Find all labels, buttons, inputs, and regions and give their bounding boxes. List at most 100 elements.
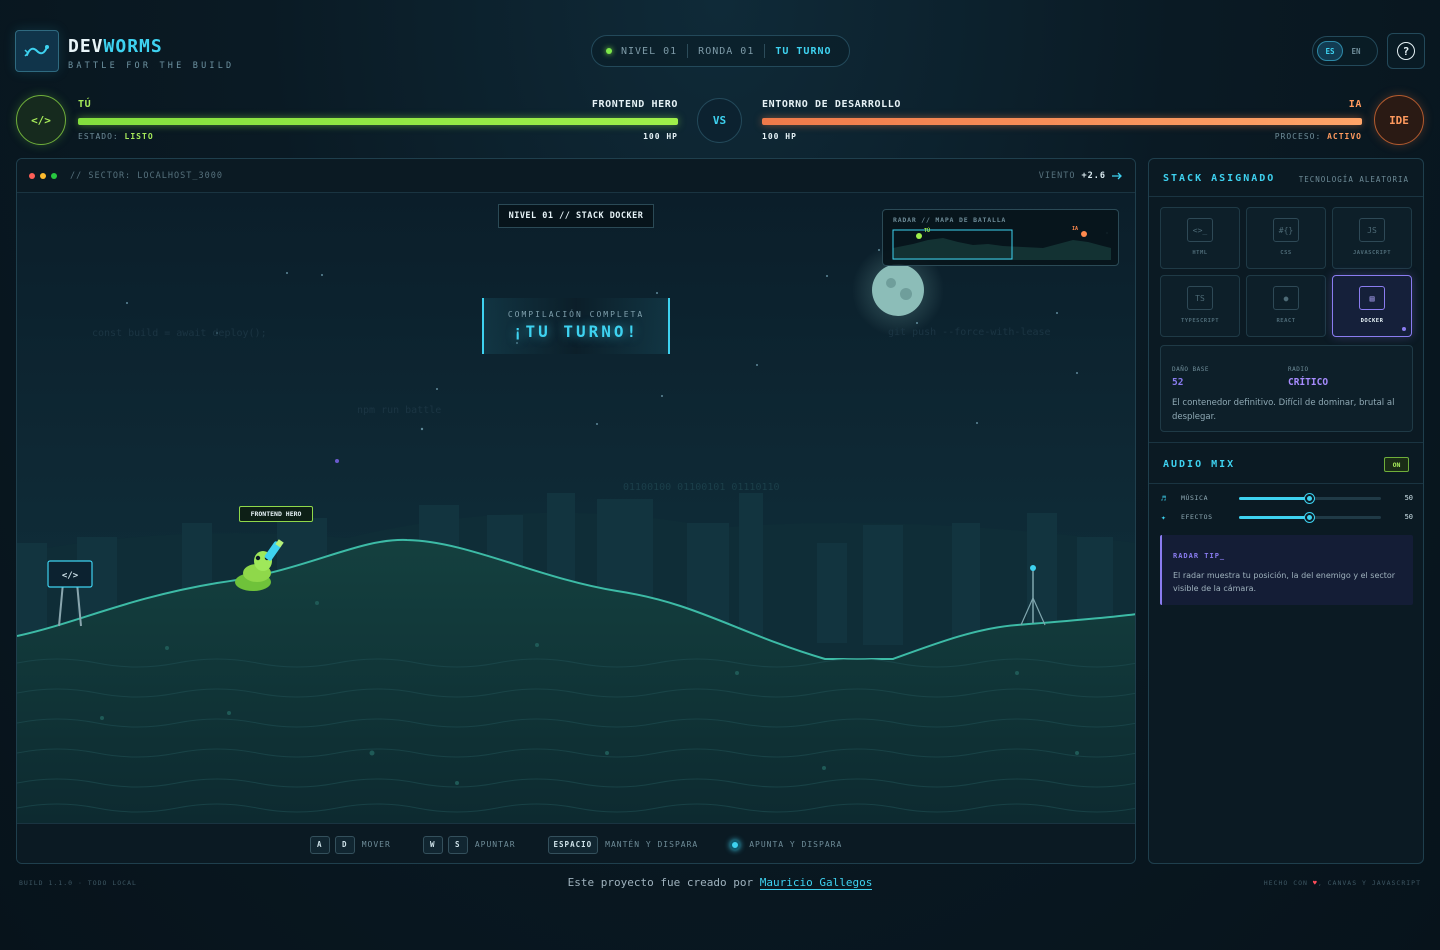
player-hp-fill: [78, 118, 678, 125]
radar-tip: RADAR TIP_ El radar muestra tu posición,…: [1160, 535, 1413, 605]
logo-icon: [15, 30, 59, 72]
player-tag: TÚ: [78, 99, 92, 110]
stack-title: STACK ASIGNADO: [1163, 173, 1276, 184]
player-hp-bar: [78, 118, 678, 125]
control-mouse: APUNTA Y DISPARA: [730, 839, 842, 850]
language-switch: ES EN: [1312, 36, 1378, 66]
sector-label: // SECTOR: LOCALHOST_3000: [70, 170, 223, 181]
radar-enemy-dot: [1081, 231, 1087, 237]
match-status: NIVEL 01 RONDA 01 TU TURNO: [591, 35, 850, 67]
effects-label: EFECTOS: [1181, 513, 1213, 521]
ghost-code-2: npm run battle: [357, 405, 441, 416]
round-indicator: RONDA 01: [698, 45, 755, 57]
html-icon: <>_: [1187, 218, 1213, 242]
effects-slider-knob[interactable]: [1305, 512, 1314, 522]
effects-slider[interactable]: [1239, 512, 1381, 522]
window-dot-green-icon: [51, 172, 57, 179]
radius-value: CRÍTICO: [1288, 377, 1329, 388]
audio-title: AUDIO MIX: [1163, 459, 1236, 470]
tech-docker[interactable]: ▤ DOCKER: [1332, 275, 1412, 337]
control-fire: ESPACIO MANTÉN Y DISPARA: [547, 835, 699, 854]
versus-badge: VS: [697, 98, 742, 143]
key-s: S: [447, 835, 468, 854]
music-note-icon: ♬: [1161, 493, 1166, 503]
effects-value: 50: [1404, 513, 1413, 521]
react-icon: ●: [1273, 286, 1299, 310]
radius-label: RADIO: [1288, 366, 1309, 373]
enemy-hp-text: 100 HP: [762, 132, 797, 141]
key-w: W: [422, 835, 443, 854]
enemy-avatar: IDE: [1374, 95, 1424, 145]
ghost-code-4: 01100100 01100101 01110110: [623, 482, 780, 493]
tip-text: El radar muestra tu posición, la del ene…: [1173, 571, 1396, 593]
player-state: ESTADO: LISTO: [78, 132, 154, 141]
help-button[interactable]: ?: [1387, 33, 1425, 69]
lang-en-button[interactable]: EN: [1343, 41, 1369, 61]
enemy-name: ENTORNO DE DESARROLLO: [762, 99, 902, 110]
tip-title: RADAR TIP_: [1173, 552, 1226, 560]
tech-typescript[interactable]: TS TYPESCRIPT: [1160, 275, 1240, 337]
window-dot-yellow-icon: [40, 172, 46, 179]
tech-react[interactable]: ● REACT: [1246, 275, 1326, 337]
control-move: A D MOVER: [309, 835, 391, 854]
stack-subtitle: TECNOLOGÍA ALEATORIA: [1298, 175, 1409, 184]
level-tag: NIVEL 01 // STACK DOCKER: [498, 204, 654, 228]
music-slider[interactable]: [1239, 493, 1381, 503]
enemy-hp-bar: [762, 118, 1362, 125]
damage-value: 52: [1172, 377, 1184, 388]
damage-label: DAÑO BASE: [1172, 366, 1210, 373]
key-a: A: [309, 835, 330, 854]
weapon-info: DAÑO BASE 52 RADIO CRÍTICO El contenedor…: [1160, 345, 1413, 432]
enemy-process: PROCESO: ACTIVO: [1274, 132, 1362, 141]
audio-toggle[interactable]: ON: [1384, 457, 1409, 472]
music-slider-knob[interactable]: [1305, 493, 1314, 503]
tech-javascript[interactable]: JS JAVASCRIPT: [1332, 207, 1412, 269]
level-indicator: NIVEL 01: [621, 45, 678, 57]
credit: Este proyecto fue creado por Mauricio Ga…: [567, 876, 873, 890]
svg-text:</>: </>: [62, 571, 79, 581]
tech-css[interactable]: #{} CSS: [1246, 207, 1326, 269]
selected-dot-icon: [1402, 327, 1406, 331]
aim-target-icon: [730, 839, 741, 850]
status-dot-icon: [606, 48, 612, 54]
unit-name-tag: FRONTEND HERO: [239, 506, 313, 522]
radar-minimap[interactable]: RADAR // MAPA DE BATALLA TÚ IA: [882, 209, 1119, 266]
player-avatar: </>: [16, 95, 66, 145]
brand-tagline: BATTLE FOR THE BUILD: [68, 61, 235, 71]
music-label: MÚSICA: [1181, 494, 1209, 502]
docker-icon: ▤: [1359, 286, 1385, 310]
effects-slider-row: ✦ EFECTOS 50: [1161, 510, 1413, 524]
brand-name: DEVWORMS: [68, 36, 163, 57]
control-aim: W S APUNTAR: [422, 835, 516, 854]
typescript-icon: TS: [1187, 286, 1213, 310]
sparkle-icon: ✦: [1161, 512, 1166, 522]
radar-player-dot: [916, 233, 922, 239]
ghost-code-1: const build = await deploy();: [92, 328, 267, 339]
radar-player-label: TÚ: [924, 227, 930, 234]
side-panel: STACK ASIGNADO TECNOLOGÍA ALEATORIA <>_ …: [1148, 158, 1424, 864]
tech-html[interactable]: <>_ HTML: [1160, 207, 1240, 269]
enemy-tag: IA: [1348, 99, 1362, 110]
brand: DEVWORMS BATTLE FOR THE BUILD: [68, 36, 234, 71]
ghost-code-3: git push --force-with-lease: [888, 327, 1051, 338]
css-icon: #{}: [1273, 218, 1299, 242]
turn-banner-main: ¡TU TURNO!: [512, 322, 640, 341]
battlefield-canvas[interactable]: const build = await deploy(); npm run ba…: [17, 193, 1136, 823]
player-name: FRONTEND HERO: [591, 99, 678, 110]
radar-enemy-label: IA: [1072, 226, 1078, 232]
turn-banner-sub: COMPILACIÓN COMPLETA: [507, 310, 645, 319]
author-link[interactable]: Mauricio Gallegos: [759, 876, 873, 890]
game-titlebar: // SECTOR: LOCALHOST_3000 VIENTO +2.6: [17, 159, 1135, 193]
javascript-icon: JS: [1359, 218, 1385, 242]
wind-arrow-icon: [1112, 172, 1122, 180]
player-hp-text: 100 HP: [643, 132, 678, 141]
made-with: HECHO CON ♥, CANVAS Y JAVASCRIPT: [1263, 879, 1421, 887]
enemy-hp-fill: [762, 118, 1362, 125]
wind-indicator: VIENTO +2.6: [1039, 171, 1123, 181]
key-d: D: [334, 835, 355, 854]
window-dot-red-icon: [29, 172, 35, 179]
lang-es-button[interactable]: ES: [1317, 41, 1343, 61]
weapon-description: El contenedor definitivo. Difícil de dom…: [1172, 398, 1395, 422]
turn-indicator: TU TURNO: [775, 45, 832, 57]
key-space: ESPACIO: [547, 835, 599, 854]
